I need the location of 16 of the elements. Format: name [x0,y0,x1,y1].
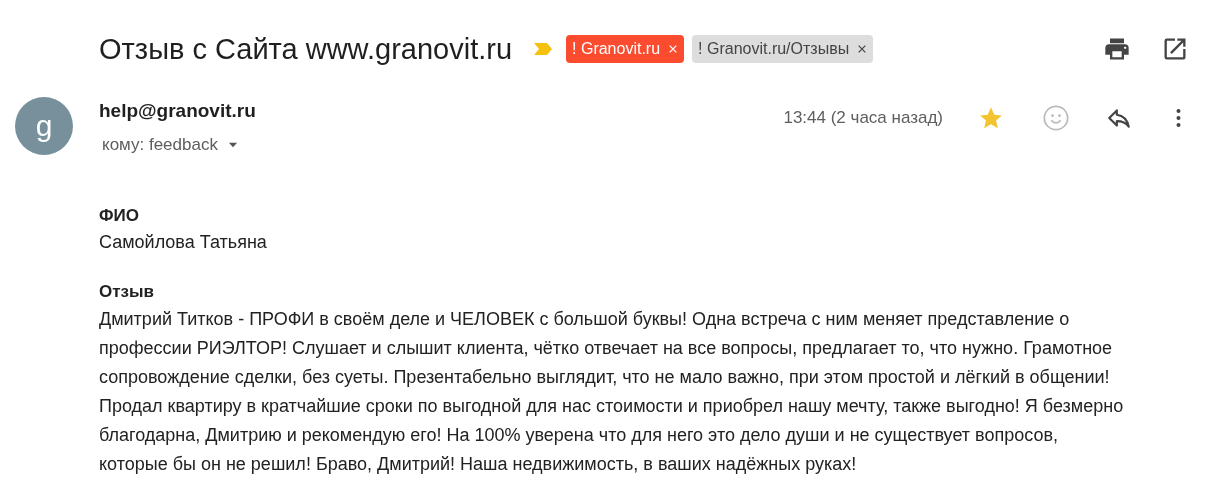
more-icon [1176,108,1181,127]
close-icon[interactable] [857,44,868,55]
recipients-dropdown[interactable]: кому: feedback [99,129,243,161]
label-text: ! Granovit.ru/Отзывы [698,39,850,60]
smiley-icon [1042,103,1070,132]
body-text: Дмитрий Титков - ПРОФИ в своём деле и ЧЕЛОВЕК с большой буквы! Одна встреча с ним меняет представление о профессии РИЭЛТОР! Слушает и слышит клиента, чётко отвечает на все вопросы, предлагает то, что нужно. Грамотное сопровождение сделки, без суеты. Презентабельно выглядит, что не мало важно, при этом простой и лёгкий в общении! Продал квартиру в кратчайшие сроки по выгодной для нас стоимости и приобрел нашу мечту, также выгодно! Я безмерно благодарна, Дмитрию и рекомендую его! На 100% уверена что для него это дело души и не существует вопросов, которые бы он не решил! Браво, Дмитрий! Наша недвижимость, в ваших надёжных руках! [99,307,1125,476]
email-subject: Отзыв с Сайта www.granovit.ru [99,32,513,67]
recipient-text: кому: feedback [102,134,218,157]
section-heading: Отзыв [99,281,155,304]
section-heading: ФИО [99,204,140,227]
body-text: Самойлова Татьяна [99,231,268,255]
avatar: g [15,96,73,155]
timestamp: 13:44 (2 часа назад) [783,107,943,130]
label-chip[interactable]: ! Granovit.ru/Отзывы [692,35,874,64]
label-text: ! Granovit.ru [572,39,661,60]
sender-email: help@granovit.ru [99,98,257,123]
